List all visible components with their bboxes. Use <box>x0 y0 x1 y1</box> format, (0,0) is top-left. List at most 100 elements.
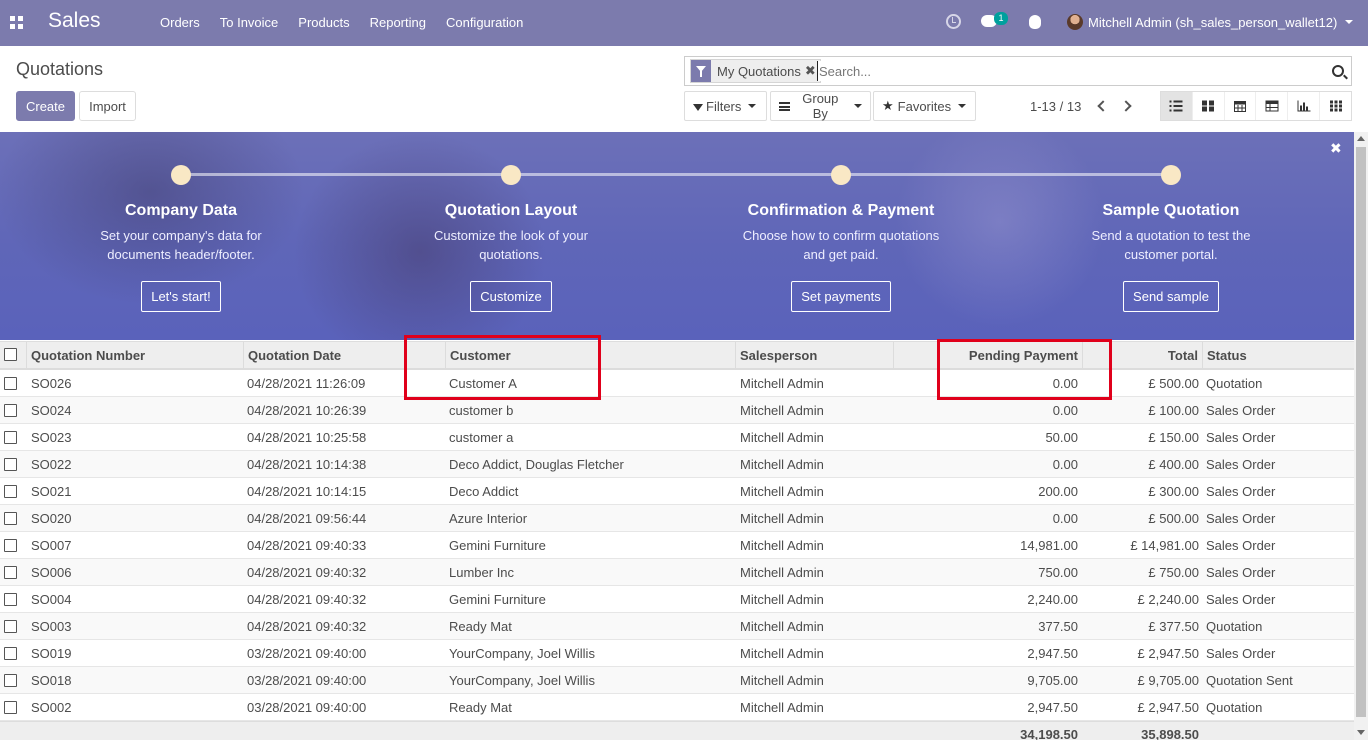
table-row[interactable]: SO004 04/28/2021 09:40:32 Gemini Furniture… <box>0 586 1354 613</box>
row-checkbox[interactable] <box>4 701 17 714</box>
cell-quotation-number: SO021 <box>31 484 72 499</box>
table-row[interactable]: SO026 04/28/2021 11:26:09 Customer A Mitche… <box>0 370 1354 397</box>
menu-reporting[interactable]: Reporting <box>360 15 436 30</box>
cell-status: Sales Order <box>1206 403 1276 418</box>
cell-total: £ 400.00 <box>1148 457 1199 472</box>
user-menu[interactable]: Mitchell Admin (sh_sales_person_wallet12… <box>1088 15 1337 30</box>
avatar[interactable] <box>1067 14 1083 30</box>
bars-icon <box>779 101 790 111</box>
row-checkbox[interactable] <box>4 593 17 606</box>
app-brand[interactable]: Sales <box>48 9 101 33</box>
scroll-up-icon[interactable] <box>1357 136 1365 141</box>
table-row[interactable]: SO018 03/28/2021 09:40:00 YourCompany, Joe… <box>0 667 1354 694</box>
cell-customer: Gemini Furniture <box>449 592 546 607</box>
cell-pending-payment: 0.00 <box>1052 403 1078 418</box>
activity-clock-icon[interactable] <box>946 14 961 29</box>
lets-start-button[interactable]: Let's start! <box>141 281 221 312</box>
debug-bug-icon[interactable] <box>1029 15 1041 29</box>
scroll-down-icon[interactable] <box>1357 730 1365 735</box>
table-row[interactable]: SO020 04/28/2021 09:56:44 Azure Interior Mi… <box>0 505 1354 532</box>
cell-salesperson: Mitchell Admin <box>740 511 824 526</box>
scroll-thumb[interactable] <box>1356 147 1366 717</box>
grid-icon <box>1329 100 1342 112</box>
graph-view-button[interactable] <box>1288 92 1321 120</box>
cell-customer: Deco Addict, Douglas Fletcher <box>449 457 624 472</box>
row-checkbox[interactable] <box>4 566 17 579</box>
table-row[interactable]: SO003 04/28/2021 09:40:32 Ready Mat Mitchel… <box>0 613 1354 640</box>
calendar-view-button[interactable] <box>1224 92 1257 120</box>
header-status[interactable]: Status <box>1202 342 1354 369</box>
create-button[interactable]: Create <box>16 91 75 121</box>
cell-quotation-date: 03/28/2021 09:40:00 <box>247 673 367 688</box>
row-checkbox[interactable] <box>4 620 17 633</box>
row-checkbox[interactable] <box>4 431 17 444</box>
pivot-view-button[interactable] <box>1256 92 1289 120</box>
cell-total: £ 500.00 <box>1148 511 1199 526</box>
cell-customer: Ready Mat <box>449 619 512 634</box>
table-row[interactable]: SO019 03/28/2021 09:40:00 YourCompany, Joe… <box>0 640 1354 667</box>
table-row[interactable]: SO021 04/28/2021 10:14:15 Deco Addict Mitch… <box>0 478 1354 505</box>
cell-quotation-number: SO007 <box>31 538 72 553</box>
menu-configuration[interactable]: Configuration <box>436 15 533 30</box>
cell-salesperson: Mitchell Admin <box>740 619 824 634</box>
select-all-checkbox[interactable] <box>4 348 17 361</box>
import-button[interactable]: Import <box>79 91 136 121</box>
table-row[interactable]: SO006 04/28/2021 09:40:32 Lumber Inc Mitche… <box>0 559 1354 586</box>
step-description: Set your company's data for documents he… <box>100 228 262 262</box>
footer-pending-total: 34,198.50 <box>1020 727 1078 740</box>
footer-total: 35,898.50 <box>1141 727 1199 740</box>
calendar-icon <box>1234 101 1247 112</box>
header-salesperson[interactable]: Salesperson <box>735 342 893 369</box>
cell-quotation-number: SO026 <box>31 376 72 391</box>
row-checkbox[interactable] <box>4 485 17 498</box>
table-row[interactable]: SO024 04/28/2021 10:26:39 customer b Mitche… <box>0 397 1354 424</box>
menu-to-invoice[interactable]: To Invoice <box>210 15 289 30</box>
pager-value[interactable]: 1-13 / 13 <box>1030 99 1081 114</box>
row-checkbox[interactable] <box>4 377 17 390</box>
header-quotation-number[interactable]: Quotation Number <box>26 342 244 369</box>
filters-dropdown[interactable]: Filters <box>684 91 767 121</box>
cell-salesperson: Mitchell Admin <box>740 376 824 391</box>
list-view-button[interactable] <box>1161 92 1193 120</box>
table-row[interactable]: SO023 04/28/2021 10:25:58 customer a Mitche… <box>0 424 1354 451</box>
kanban-view-button[interactable] <box>1192 92 1225 120</box>
cell-status: Sales Order <box>1206 457 1276 472</box>
cell-salesperson: Mitchell Admin <box>740 646 824 661</box>
menu-orders[interactable]: Orders <box>150 15 210 30</box>
search-input[interactable] <box>817 61 1317 81</box>
row-checkbox[interactable] <box>4 647 17 660</box>
table-row[interactable]: SO022 04/28/2021 10:14:38 Deco Addict, Dou… <box>0 451 1354 478</box>
table-row[interactable]: SO002 03/28/2021 09:40:00 Ready Mat Mitchel… <box>0 694 1354 721</box>
table-row[interactable]: SO007 04/28/2021 09:40:33 Gemini Furniture… <box>0 532 1354 559</box>
groupby-dropdown[interactable]: Group By <box>770 91 871 121</box>
cell-quotation-number: SO019 <box>31 646 72 661</box>
step-description: Customize the look of your quotations. <box>434 228 588 262</box>
menu-products[interactable]: Products <box>288 15 359 30</box>
close-icon[interactable]: ✖ <box>1330 140 1342 157</box>
customize-button[interactable]: Customize <box>470 281 552 312</box>
step-confirmation-payment: Confirmation & Payment Choose how to con… <box>726 162 956 312</box>
favorites-dropdown[interactable]: ★ Favorites <box>873 91 976 121</box>
cell-quotation-date: 04/28/2021 09:56:44 <box>247 511 367 526</box>
table-header: Quotation Number Quotation Date Customer… <box>0 341 1354 370</box>
cell-quotation-date: 04/28/2021 10:26:39 <box>247 403 367 418</box>
row-checkbox[interactable] <box>4 458 17 471</box>
pager-next-icon[interactable] <box>1120 100 1132 112</box>
search-bar: My Quotations ✖ <box>684 56 1352 86</box>
step-dot <box>831 165 851 185</box>
search-icon[interactable] <box>1332 65 1344 77</box>
set-payments-button[interactable]: Set payments <box>791 281 891 312</box>
row-checkbox[interactable] <box>4 539 17 552</box>
row-checkbox[interactable] <box>4 674 17 687</box>
dashboard-view-button[interactable] <box>1320 92 1351 120</box>
apps-grid-icon[interactable] <box>10 16 23 29</box>
pager-previous-icon[interactable] <box>1097 100 1109 112</box>
facet-label: My Quotations <box>717 63 801 79</box>
send-sample-button[interactable]: Send sample <box>1123 281 1219 312</box>
user-caret-icon[interactable] <box>1345 20 1353 24</box>
row-checkbox[interactable] <box>4 404 17 417</box>
progress-line <box>181 173 1171 176</box>
cell-quotation-date: 04/28/2021 10:14:38 <box>247 457 367 472</box>
vertical-scrollbar[interactable] <box>1354 132 1368 740</box>
row-checkbox[interactable] <box>4 512 17 525</box>
